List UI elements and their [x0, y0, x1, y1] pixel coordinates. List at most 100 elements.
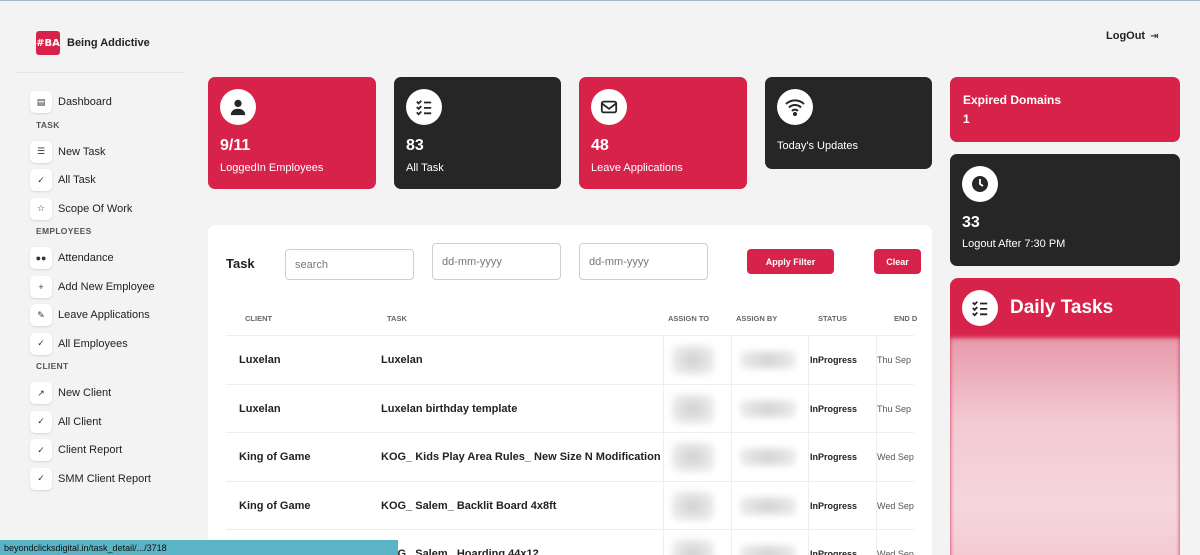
star-icon: ☆ — [30, 197, 52, 220]
sidebar-item-label: All Employees — [58, 337, 128, 350]
assignee-avatar-blurred — [672, 394, 714, 424]
cell-end-date: Wed Sep — [877, 501, 914, 511]
sidebar-item-new-task[interactable]: ☰ New Task — [30, 140, 180, 163]
table-row[interactable]: Luxelan Luxelan birthday template InProg… — [226, 384, 914, 434]
sidebar-divider — [16, 72, 184, 73]
assigner-name-blurred — [740, 544, 796, 555]
cell-task: Luxelan birthday template — [381, 403, 518, 415]
assigner-name-blurred — [740, 399, 796, 419]
sidebar-item-all-task[interactable]: ✓ All Task — [30, 169, 180, 191]
brand[interactable]: #BA Being Addictive — [36, 31, 150, 55]
stat-card-updates[interactable]: Today's Updates — [765, 77, 932, 169]
sidebar-item-add-employee[interactable]: + Add New Employee — [30, 275, 180, 298]
assigner-name-blurred — [740, 447, 796, 467]
column-header-assign-by[interactable]: ASSIGN BY — [736, 314, 777, 323]
cell-task: KOG_ Kids Play Area Rules_ New Size N Mo… — [381, 451, 661, 463]
table-row[interactable]: King of Game KOG_ Kids Play Area Rules_ … — [226, 432, 914, 482]
sidebar-item-attendance[interactable]: ●● Attendance — [30, 247, 180, 269]
sidebar-section-employees: EMPLOYEES — [36, 226, 92, 236]
column-header-end-date[interactable]: END D — [894, 314, 917, 323]
stat-card-expired-domains[interactable]: Expired Domains 1 — [950, 77, 1180, 142]
stat-card-leave[interactable]: 48 Leave Applications — [579, 77, 747, 189]
link-preview-status-bar: beyondclicksdigital.in/task_detail/.../3… — [0, 540, 398, 555]
sidebar-item-leave-applications[interactable]: ✎ Leave Applications — [30, 304, 180, 326]
status-badge: InProgress — [810, 452, 858, 462]
sidebar-item-new-client[interactable]: ↗ New Client — [30, 382, 180, 404]
search-input[interactable] — [285, 249, 414, 280]
sidebar-nav: ▤ Dashboard TASK ☰ New Task ✓ All Task ☆… — [30, 91, 180, 496]
table-row[interactable]: Luxelan Luxelan InProgress Thu Sep — [226, 335, 914, 385]
sidebar-item-label: New Client — [58, 387, 112, 399]
clear-button[interactable]: Clear — [874, 249, 921, 274]
status-badge: InProgress — [810, 501, 858, 511]
assignee-avatar-blurred — [672, 345, 714, 375]
stat-label: All Task — [406, 162, 444, 174]
sidebar-item-all-client[interactable]: ✓ All Client — [30, 410, 180, 433]
sidebar-item-dashboard[interactable]: ▤ Dashboard — [30, 91, 180, 113]
column-header-client[interactable]: CLIENT — [245, 314, 272, 323]
date-from-field[interactable] — [432, 243, 561, 280]
apply-filter-button[interactable]: Apply Filter — [747, 249, 834, 274]
wifi-icon — [777, 89, 813, 125]
column-header-task[interactable]: TASK — [387, 314, 407, 323]
checklist-icon — [406, 89, 442, 125]
stat-label: Logout After 7:30 PM — [962, 238, 1066, 250]
sidebar-section-client: CLIENT — [36, 361, 69, 371]
cell-task: KOG_ Salem_ Hoarding 44x12 — [381, 548, 539, 555]
daily-tasks-title: Daily Tasks — [1010, 297, 1114, 318]
stat-label: Expired Domains — [963, 93, 1062, 107]
stat-value: 33 — [962, 214, 980, 231]
sidebar-item-label: Dashboard — [58, 96, 112, 108]
stat-value: 1 — [963, 112, 970, 126]
sidebar-item-smm-client-report[interactable]: ✓ SMM Client Report — [30, 467, 180, 490]
sidebar-item-label: Scope Of Work — [58, 202, 133, 215]
clock-icon — [962, 166, 998, 202]
sidebar-item-label: Add New Employee — [58, 280, 155, 293]
stat-label: Leave Applications — [591, 162, 683, 174]
sidebar-item-client-report[interactable]: ✓ Client Report — [30, 439, 180, 461]
tag-icon: ✎ — [30, 304, 52, 326]
check-icon: ✓ — [30, 439, 52, 461]
sidebar-item-label: All Client — [58, 415, 102, 428]
task-panel-title: Task — [226, 256, 255, 271]
checklist-icon — [962, 290, 998, 326]
stat-label: LoggedIn Employees — [220, 162, 324, 174]
add-user-icon: + — [30, 275, 52, 298]
stat-card-logout-after[interactable]: 33 Logout After 7:30 PM — [950, 154, 1180, 266]
status-badge: InProgress — [810, 404, 858, 414]
logout-icon: ⇥ — [1150, 30, 1159, 42]
sidebar-item-label: SMM Client Report — [58, 472, 151, 485]
column-header-assign-to[interactable]: ASSIGN TO — [668, 314, 709, 323]
check-icon: ✓ — [30, 169, 52, 191]
cell-client: Luxelan — [239, 354, 281, 366]
mail-icon — [591, 89, 627, 125]
brand-name: Being Addictive — [67, 37, 150, 49]
brand-logo: #BA — [36, 31, 60, 55]
daily-tasks-list-blurred — [950, 338, 1180, 555]
status-badge: InProgress — [810, 549, 858, 555]
assignee-avatar-blurred — [672, 491, 714, 521]
check-icon: ✓ — [30, 467, 52, 490]
date-to-field[interactable] — [579, 243, 708, 280]
cell-end-date: Wed Sep — [877, 549, 914, 555]
check-icon: ✓ — [30, 410, 52, 433]
sidebar-item-label: All Task — [58, 174, 96, 186]
stat-card-all-task[interactable]: 83 All Task — [394, 77, 561, 189]
assigner-name-blurred — [740, 496, 796, 516]
table-row[interactable]: King of Game KOG_ Salem_ Backlit Board 4… — [226, 481, 914, 531]
user-icon — [220, 89, 256, 125]
stat-label: Today's Updates — [777, 140, 858, 152]
sidebar: #BA Being Addictive ▤ Dashboard TASK ☰ N… — [0, 1, 185, 555]
logout-button[interactable]: LogOut ⇥ — [1106, 30, 1159, 42]
group-icon: ●● — [30, 247, 52, 269]
sidebar-item-label: Client Report — [58, 444, 123, 456]
stat-card-logged-in[interactable]: 9/11 LoggedIn Employees — [208, 77, 376, 189]
daily-tasks-card: Daily Tasks — [950, 278, 1180, 555]
sidebar-item-scope-of-work[interactable]: ☆ Scope Of Work — [30, 197, 180, 220]
assignee-avatar-blurred — [672, 539, 714, 555]
cell-client: Luxelan — [239, 403, 281, 415]
assigner-name-blurred — [740, 350, 796, 370]
sidebar-item-all-employees[interactable]: ✓ All Employees — [30, 332, 180, 355]
cell-end-date: Thu Sep — [877, 404, 912, 414]
column-header-status[interactable]: STATUS — [818, 314, 847, 323]
